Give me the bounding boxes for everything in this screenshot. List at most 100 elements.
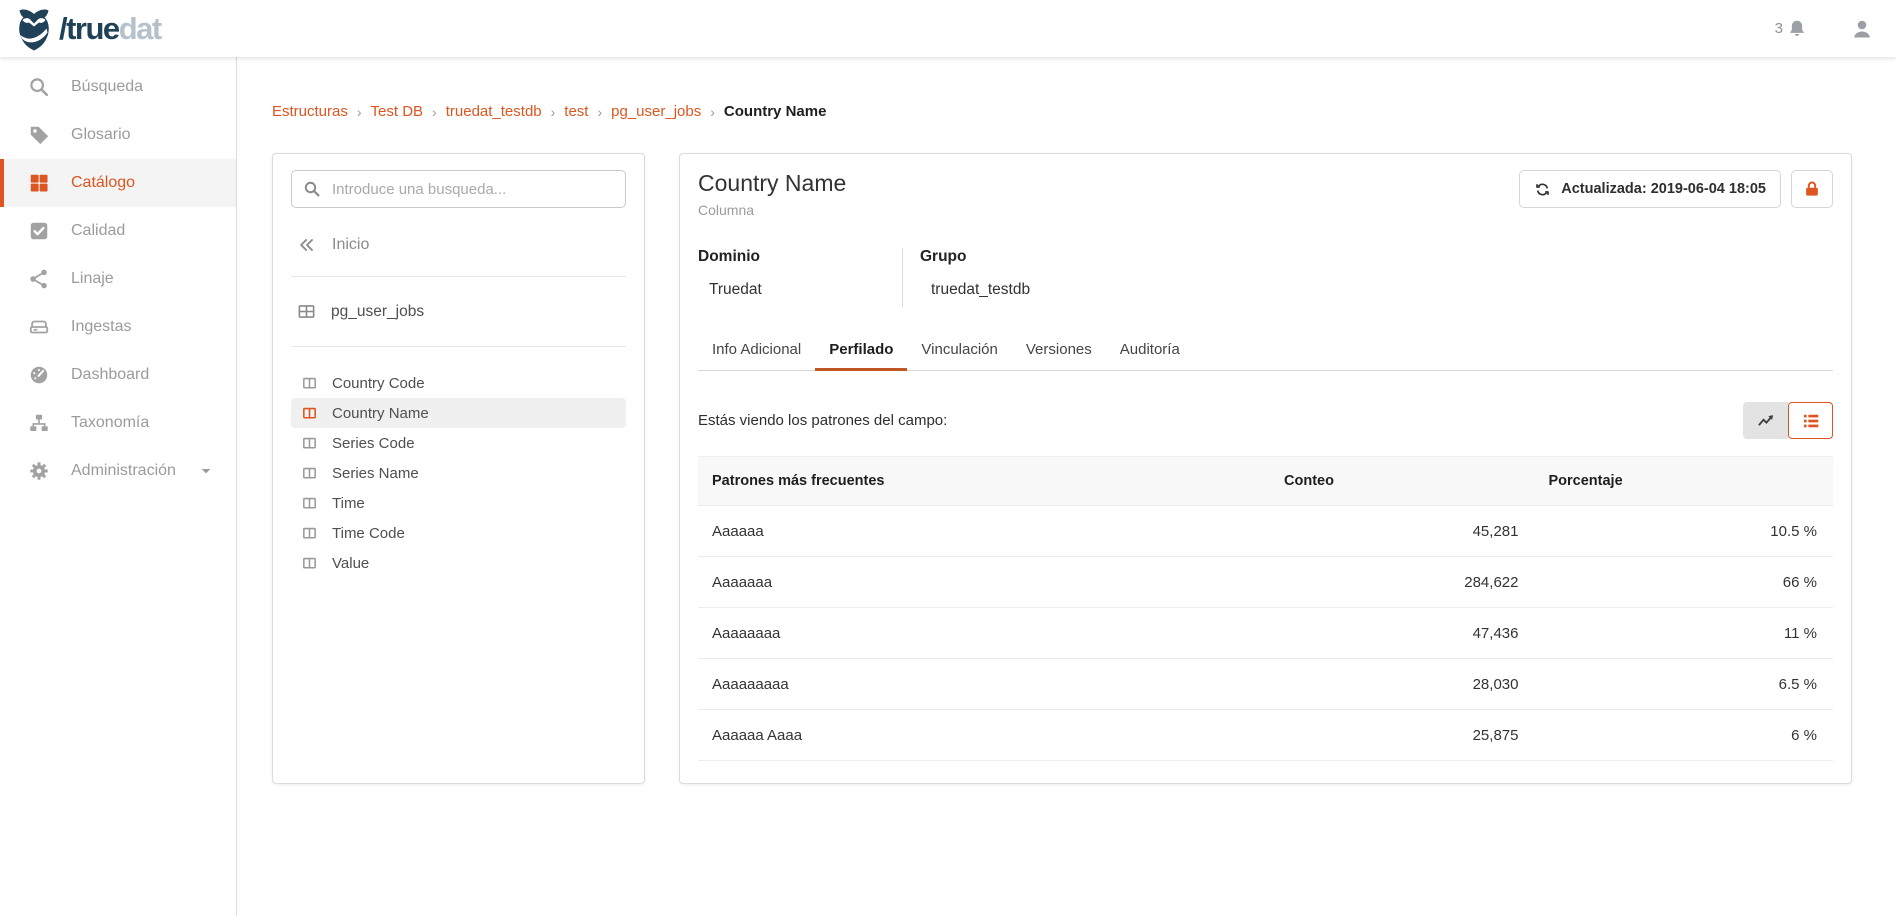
tab-info-adicional[interactable]: Info Adicional	[698, 332, 815, 371]
patterns-table: Patrones más frecuentes Conteo Porcentaj…	[698, 456, 1833, 761]
sidebar-item-label: Catálogo	[71, 174, 135, 192]
search-icon	[303, 180, 321, 198]
sidebar-item-dashboard[interactable]: Dashboard	[0, 351, 236, 399]
percent-cell: 10.5 %	[1534, 506, 1833, 557]
column-label: Country Code	[332, 375, 425, 392]
sidebar-item-label: Linaje	[71, 270, 114, 288]
sidebar-item-glosario[interactable]: Glosario	[0, 111, 236, 159]
list-view-button[interactable]	[1788, 402, 1833, 439]
divider	[291, 276, 626, 277]
pattern-cell: Aaaaaaa	[698, 557, 1270, 608]
notifications-button[interactable]: 3	[1775, 18, 1808, 40]
back-to-home-link[interactable]: Inicio	[291, 235, 626, 255]
breadcrumb-link-pg-user-jobs[interactable]: pg_user_jobs	[611, 103, 701, 120]
table-name: pg_user_jobs	[331, 303, 424, 321]
lock-icon	[1802, 179, 1822, 199]
breadcrumb: Estructuras › Test DB › truedat_testdb ›…	[272, 103, 1852, 120]
refresh-updated-button[interactable]: Actualizada: 2019-06-04 18:05	[1519, 170, 1781, 208]
line-chart-icon	[1756, 411, 1776, 431]
user-menu-button[interactable]	[1850, 17, 1874, 41]
count-cell: 28,030	[1270, 659, 1534, 710]
sitemap-icon	[28, 412, 50, 434]
table-header-row: Patrones más frecuentes Conteo Porcentaj…	[698, 457, 1833, 506]
column-label: Series Code	[332, 435, 415, 452]
table-row: Aaaaaaaaa 28,030 6.5 %	[698, 659, 1833, 710]
gauge-icon	[28, 364, 50, 386]
percent-cell: 6 %	[1534, 710, 1833, 761]
search-icon	[28, 76, 50, 98]
column-item-time[interactable]: Time	[291, 488, 626, 518]
tab-vinculacion[interactable]: Vinculación	[907, 332, 1011, 371]
sidebar-item-administracion[interactable]: Administración	[0, 447, 236, 495]
column-item-country-name[interactable]: Country Name	[291, 398, 626, 428]
breadcrumb-separator: ›	[432, 104, 437, 120]
count-cell: 47,436	[1270, 608, 1534, 659]
breadcrumb-separator: ›	[357, 104, 362, 120]
double-chevron-left-icon	[297, 235, 317, 255]
column-item-time-code[interactable]: Time Code	[291, 518, 626, 548]
table-row: Aaaaaaa 284,622 66 %	[698, 557, 1833, 608]
count-cell: 25,875	[1270, 710, 1534, 761]
tab-auditoria[interactable]: Auditoría	[1106, 332, 1194, 371]
column-item-series-name[interactable]: Series Name	[291, 458, 626, 488]
breadcrumb-current: Country Name	[724, 103, 827, 120]
sidebar-item-label: Administración	[71, 462, 176, 480]
bell-icon	[1786, 18, 1808, 40]
search-input[interactable]	[291, 170, 626, 208]
sidebar-item-busqueda[interactable]: Búsqueda	[0, 63, 236, 111]
patterns-caption: Estás viendo los patrones del campo:	[698, 412, 947, 429]
group-label: Grupo	[920, 248, 1030, 266]
owl-logo-icon	[14, 7, 54, 51]
page-title: Country Name	[698, 170, 846, 197]
drive-icon	[28, 316, 50, 338]
pattern-cell: Aaaaaa Aaaa	[698, 710, 1270, 761]
sidebar-item-label: Búsqueda	[71, 78, 143, 96]
sidebar-item-catalogo[interactable]: Catálogo	[0, 159, 236, 207]
domain-label: Dominio	[698, 248, 902, 266]
column-item-country-code[interactable]: Country Code	[291, 368, 626, 398]
detail-tabs: Info Adicional Perfilado Vinculación Ver…	[698, 332, 1833, 371]
breadcrumb-link-truedat-testdb[interactable]: truedat_testdb	[446, 103, 542, 120]
divider	[291, 346, 626, 347]
column-item-series-code[interactable]: Series Code	[291, 428, 626, 458]
sidebar-item-linaje[interactable]: Linaje	[0, 255, 236, 303]
percent-cell: 66 %	[1534, 557, 1833, 608]
pattern-cell: Aaaaaaaaa	[698, 659, 1270, 710]
column-icon	[301, 405, 318, 422]
count-cell: 45,281	[1270, 506, 1534, 557]
logo-wordmark: /truedat	[59, 11, 161, 47]
user-icon	[1850, 17, 1874, 41]
table-row: Aaaaaa Aaaa 25,875 6 %	[698, 710, 1833, 761]
sidebar-item-taxonomia[interactable]: Taxonomía	[0, 399, 236, 447]
chart-view-button[interactable]	[1743, 402, 1788, 439]
breadcrumb-link-testdb[interactable]: Test DB	[371, 103, 424, 120]
check-square-icon	[28, 220, 50, 242]
column-label: Value	[332, 555, 369, 572]
main-content: Estructuras › Test DB › truedat_testdb ›…	[237, 57, 1896, 916]
breadcrumb-link-estructuras[interactable]: Estructuras	[272, 103, 348, 120]
percent-cell: 11 %	[1534, 608, 1833, 659]
breadcrumb-separator: ›	[710, 104, 715, 120]
count-cell: 284,622	[1270, 557, 1534, 608]
column-label: Time Code	[332, 525, 405, 542]
grid-icon	[28, 172, 50, 194]
table-icon	[297, 302, 316, 321]
column-icon	[301, 375, 318, 392]
tab-perfilado[interactable]: Perfilado	[815, 332, 907, 371]
truedat-logo[interactable]: /truedat	[14, 7, 161, 51]
share-icon	[28, 268, 50, 290]
breadcrumb-separator: ›	[597, 104, 602, 120]
table-item-pg-user-jobs[interactable]: pg_user_jobs	[291, 298, 626, 325]
tab-versiones[interactable]: Versiones	[1012, 332, 1106, 371]
pattern-cell: Aaaaaa	[698, 506, 1270, 557]
chevron-down-icon	[198, 463, 214, 479]
sidebar-item-ingestas[interactable]: Ingestas	[0, 303, 236, 351]
lock-button[interactable]	[1791, 170, 1833, 208]
breadcrumb-link-test[interactable]: test	[564, 103, 588, 120]
home-label: Inicio	[332, 236, 369, 254]
column-header-percent: Porcentaje	[1534, 457, 1833, 506]
sidebar-item-label: Calidad	[71, 222, 125, 240]
sidebar-item-calidad[interactable]: Calidad	[0, 207, 236, 255]
column-item-value[interactable]: Value	[291, 548, 626, 578]
list-icon	[1801, 411, 1821, 431]
